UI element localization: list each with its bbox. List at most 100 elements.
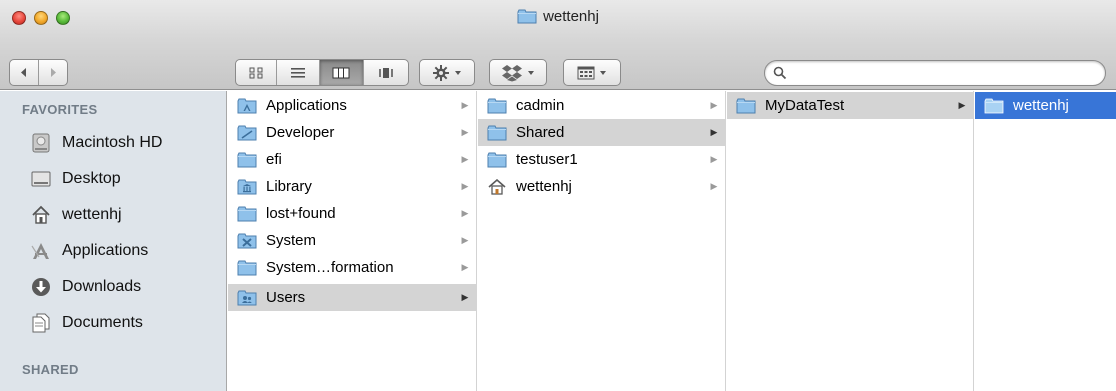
downloads-icon (30, 276, 52, 298)
back-button[interactable] (10, 60, 38, 85)
folder-icon (237, 152, 257, 168)
home-icon (487, 178, 507, 195)
folder-icon (487, 98, 507, 114)
item-label: Developer (266, 124, 335, 141)
applications-icon (30, 240, 52, 262)
window-title: wettenhj (543, 8, 599, 25)
sidebar: FAVORITES Macintosh HD Desktop wettenhj … (0, 91, 227, 391)
back-forward-control (9, 59, 68, 86)
disclosure-arrow-icon: ▶ (461, 262, 469, 272)
disclosure-arrow-icon: ▶ (710, 100, 718, 110)
folder-icon (517, 9, 537, 24)
folder-icon (984, 98, 1004, 114)
item-label: wettenhj (1013, 97, 1069, 114)
back-arrow-icon (21, 68, 27, 77)
browser-column-users[interactable]: cadmin ▶ Shared ▶ testuser1 ▶ wettenhj ▶ (478, 91, 726, 391)
list-item-selected[interactable]: wettenhj (975, 92, 1116, 119)
list-item[interactable]: Developer ▶ (228, 119, 477, 146)
sidebar-item-downloads[interactable]: Downloads (30, 272, 141, 302)
sidebar-item-macintosh-hd[interactable]: Macintosh HD (30, 128, 162, 158)
disclosure-arrow-icon: ▶ (461, 181, 469, 191)
item-label: Shared (516, 124, 565, 141)
chevron-down-icon (528, 70, 534, 75)
hard-disk-icon (30, 132, 52, 154)
folder-icon (487, 152, 507, 168)
list-item[interactable]: Applications ▶ (228, 92, 477, 119)
icon-view-button[interactable] (236, 60, 276, 85)
list-item[interactable]: testuser1 ▶ (478, 146, 726, 173)
browser-column-mydatatest[interactable]: wettenhj (975, 91, 1116, 391)
list-item-selected[interactable]: Shared ▶ (478, 119, 726, 146)
list-item[interactable]: wettenhj ▶ (478, 173, 726, 200)
list-view-button[interactable] (275, 60, 320, 85)
developer-folder-icon (237, 125, 257, 141)
list-item[interactable]: lost+found ▶ (228, 200, 477, 227)
disclosure-arrow-icon: ▶ (710, 127, 718, 137)
gear-icon (433, 64, 449, 81)
item-label: testuser1 (516, 151, 578, 168)
list-item[interactable]: efi ▶ (228, 146, 477, 173)
library-folder-icon (237, 179, 257, 195)
disclosure-arrow-icon: ▶ (958, 100, 966, 110)
sidebar-item-label: Applications (62, 242, 149, 259)
sidebar-item-desktop[interactable]: Desktop (30, 164, 121, 194)
desktop-icon (30, 168, 52, 190)
disclosure-arrow-icon: ▶ (461, 292, 469, 302)
dropbox-icon (502, 64, 522, 81)
browser-column-shared[interactable]: MyDataTest ▶ (727, 91, 974, 391)
home-icon (30, 204, 52, 226)
disclosure-arrow-icon: ▶ (461, 154, 469, 164)
sidebar-item-applications[interactable]: Applications (30, 236, 148, 266)
disclosure-arrow-icon: ▶ (461, 208, 469, 218)
disclosure-arrow-icon: ▶ (461, 235, 469, 245)
column-view-button[interactable] (319, 60, 363, 85)
system-folder-icon (237, 233, 257, 249)
arrange-icon (577, 66, 595, 79)
finder-window: wettenhj FAVORITES Macintosh HD Desktop … (0, 0, 1116, 391)
list-item[interactable]: cadmin ▶ (478, 92, 726, 119)
applications-folder-icon (237, 98, 257, 114)
folder-icon (487, 125, 507, 141)
view-mode-control (235, 59, 409, 86)
browser-column-root[interactable]: Applications ▶ Developer ▶ efi ▶ Library… (228, 91, 477, 391)
cover-flow-icon (378, 67, 393, 78)
disclosure-arrow-icon: ▶ (710, 181, 718, 191)
list-view-icon (290, 67, 305, 78)
shared-header: SHARED (22, 362, 79, 377)
search-field[interactable] (764, 60, 1106, 86)
dropbox-menu-button[interactable] (489, 59, 547, 86)
list-item-selected[interactable]: MyDataTest ▶ (727, 92, 974, 119)
list-item[interactable]: System ▶ (228, 227, 477, 254)
item-label: Library (266, 178, 312, 195)
item-label: wettenhj (516, 178, 572, 195)
arrange-menu-button[interactable] (563, 59, 621, 86)
sidebar-item-documents[interactable]: Documents (30, 308, 143, 338)
list-item[interactable]: Library ▶ (228, 173, 477, 200)
item-label: lost+found (266, 205, 336, 222)
sidebar-item-label: Desktop (62, 170, 121, 187)
folder-icon (237, 260, 257, 276)
cover-flow-button[interactable] (362, 60, 408, 85)
list-item-selected[interactable]: Users ▶ (228, 284, 477, 311)
search-input[interactable] (789, 64, 1089, 82)
item-label: Applications (266, 97, 347, 114)
column-view-icon (332, 67, 350, 78)
sidebar-item-wettenhj[interactable]: wettenhj (30, 200, 122, 230)
item-label: System…formation (266, 259, 394, 276)
disclosure-arrow-icon: ▶ (461, 100, 469, 110)
sidebar-item-label: Documents (62, 314, 143, 331)
forward-arrow-icon (51, 68, 57, 77)
disclosure-arrow-icon: ▶ (461, 127, 469, 137)
favorites-header: FAVORITES (22, 102, 98, 117)
documents-icon (30, 312, 52, 334)
toolbar: wettenhj (0, 0, 1116, 90)
item-label: System (266, 232, 317, 249)
item-label: cadmin (516, 97, 565, 114)
forward-button[interactable] (38, 60, 67, 85)
users-folder-icon (237, 290, 257, 306)
action-menu-button[interactable] (419, 59, 475, 86)
item-label: efi (266, 151, 282, 168)
list-item[interactable]: System…formation ▶ (228, 254, 477, 281)
sidebar-item-label: Macintosh HD (62, 134, 163, 151)
sidebar-item-label: Downloads (62, 278, 142, 295)
